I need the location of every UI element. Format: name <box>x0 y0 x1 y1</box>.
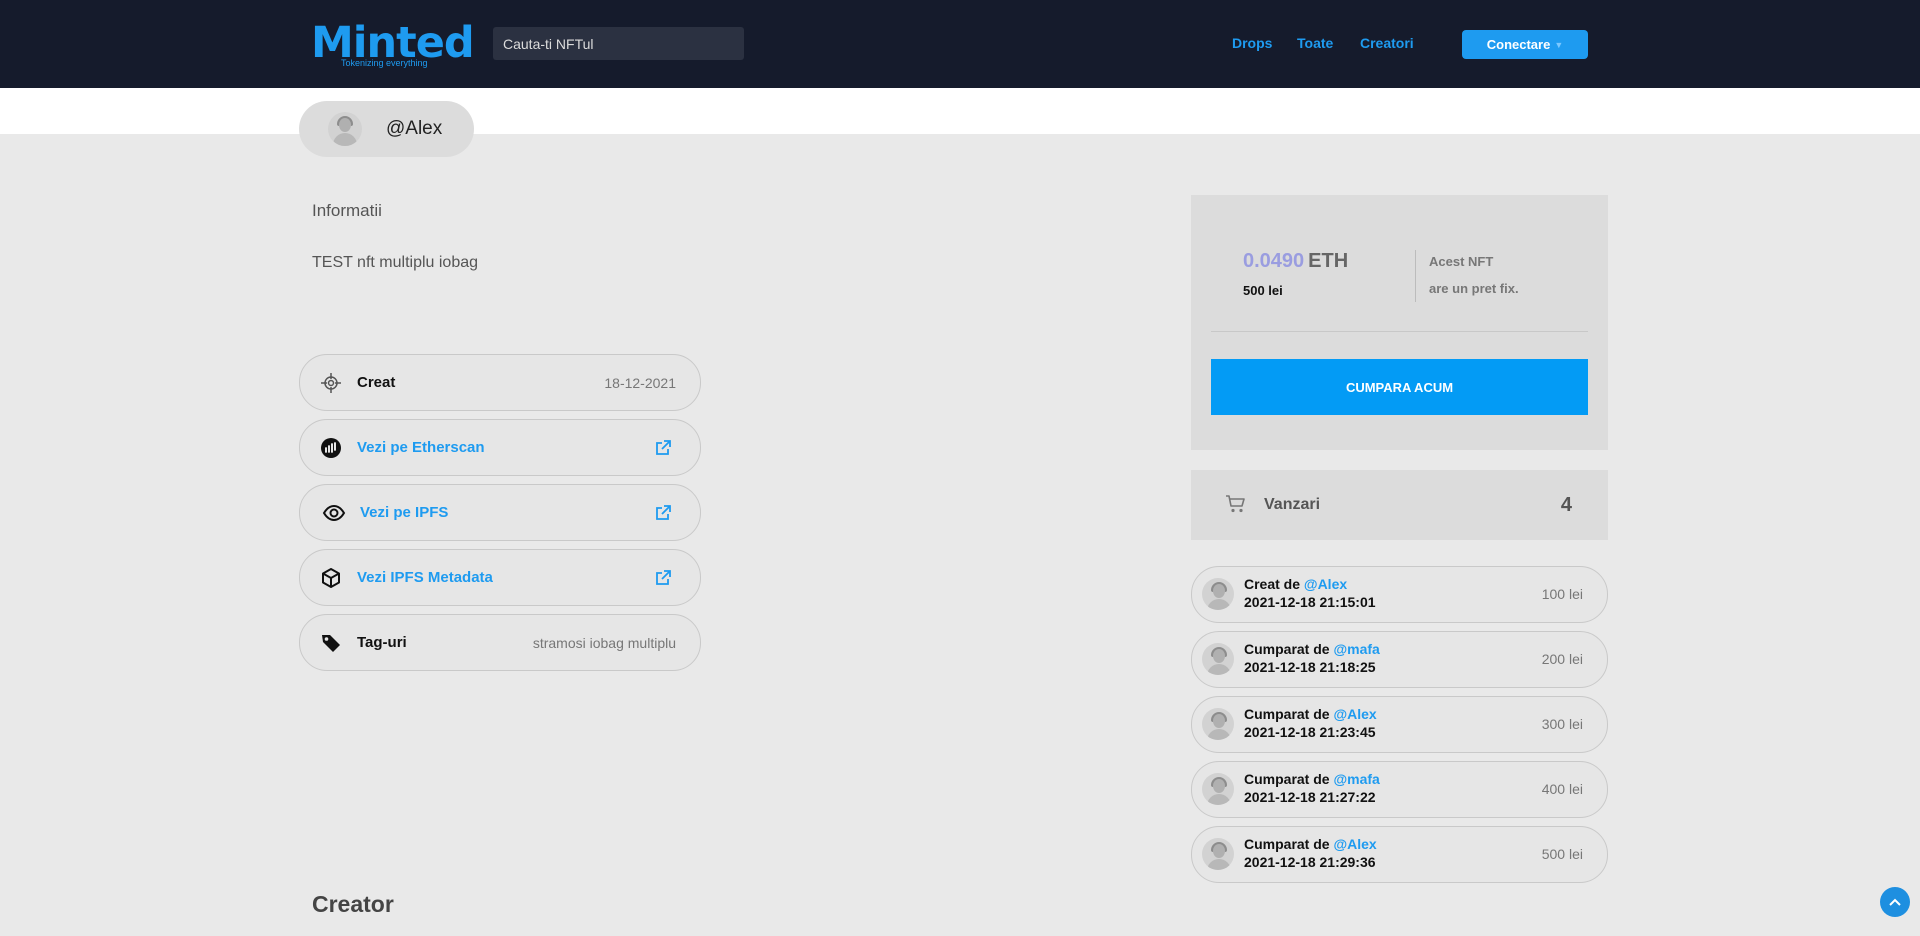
price-eth-value: 0.0490 <box>1243 250 1305 272</box>
logo-tagline: Tokenizing everything <box>341 58 428 68</box>
history-action: Cumparat de @mafa <box>1244 771 1380 787</box>
history-datetime: 2021-12-18 21:18:25 <box>1244 659 1376 675</box>
etherscan-icon <box>321 438 341 458</box>
fixed-price-note-line1: Acest NFT <box>1429 254 1494 269</box>
buy-now-button[interactable]: CUMPARA ACUM <box>1211 359 1588 415</box>
cart-icon <box>1226 495 1245 513</box>
chevron-down-icon: ▼ <box>1554 39 1564 50</box>
info-title: Informatii <box>312 201 382 220</box>
eye-icon <box>322 504 346 522</box>
owner-profile-pill[interactable]: @Alex <box>299 101 474 157</box>
tag-icon <box>322 635 340 652</box>
cube-icon <box>322 568 340 588</box>
history-datetime: 2021-12-18 21:15:01 <box>1244 594 1376 610</box>
history-price: 200 lei <box>1541 651 1583 667</box>
search-input[interactable] <box>493 27 744 60</box>
history-action-text: Cumparat de <box>1244 836 1330 852</box>
sub-header-strip <box>0 88 1920 134</box>
avatar <box>1202 838 1234 870</box>
history-price: 300 lei <box>1541 716 1583 732</box>
history-item: Cumparat de @mafa 2021-12-18 21:27:22 40… <box>1191 761 1608 818</box>
nav-toate[interactable]: Toate <box>1297 35 1333 51</box>
tags-label: Tag-uri <box>357 634 407 651</box>
avatar <box>1202 643 1234 675</box>
price-eth: 0.0490 ETH <box>1243 250 1348 273</box>
ipfs-row[interactable]: Vezi pe IPFS <box>299 484 701 541</box>
external-link-icon[interactable] <box>654 439 672 457</box>
created-date: 18-12-2021 <box>604 375 676 391</box>
tags-row: Tag-uri stramosi iobag multiplu <box>299 614 701 671</box>
external-link-icon[interactable] <box>654 504 672 522</box>
ipfs-metadata-link[interactable]: Vezi IPFS Metadata <box>357 569 493 586</box>
connect-button[interactable]: Conectare ▼ <box>1462 30 1588 59</box>
history-action: Cumparat de @Alex <box>1244 706 1377 722</box>
price-lei: 500 lei <box>1243 283 1283 298</box>
scroll-to-top-button[interactable] <box>1880 887 1910 917</box>
nav-creatori[interactable]: Creatori <box>1360 35 1414 51</box>
history-item: Creat de @Alex 2021-12-18 21:15:01 100 l… <box>1191 566 1608 623</box>
top-navbar: Minted Tokenizing everything Drops Toate… <box>0 0 1920 88</box>
history-user-link[interactable]: @Alex <box>1333 836 1376 852</box>
history-item: Cumparat de @Alex 2021-12-18 21:29:36 50… <box>1191 826 1608 883</box>
divider <box>1211 331 1588 332</box>
history-price: 400 lei <box>1541 781 1583 797</box>
purchase-panel: 0.0490 ETH 500 lei Acest NFT are un pret … <box>1191 195 1608 450</box>
sales-label: Vanzari <box>1264 496 1321 513</box>
history-user-link[interactable]: @Alex <box>1333 706 1376 722</box>
history-datetime: 2021-12-18 21:27:22 <box>1244 789 1376 805</box>
history-price: 100 lei <box>1541 586 1583 602</box>
chevron-up-icon <box>1889 898 1901 906</box>
crosshair-icon <box>321 373 341 393</box>
history-user-link[interactable]: @mafa <box>1333 641 1379 657</box>
etherscan-link[interactable]: Vezi pe Etherscan <box>357 439 485 456</box>
minted-logo[interactable]: Minted Tokenizing everything <box>311 22 475 69</box>
etherscan-row[interactable]: Vezi pe Etherscan <box>299 419 701 476</box>
history-user-link[interactable]: @Alex <box>1304 576 1347 592</box>
history-action: Cumparat de @mafa <box>1244 641 1380 657</box>
history-item: Cumparat de @Alex 2021-12-18 21:23:45 30… <box>1191 696 1608 753</box>
ipfs-metadata-row[interactable]: Vezi IPFS Metadata <box>299 549 701 606</box>
avatar <box>1202 773 1234 805</box>
history-action: Cumparat de @Alex <box>1244 836 1377 852</box>
history-price: 500 lei <box>1541 846 1583 862</box>
created-row: Creat 18-12-2021 <box>299 354 701 411</box>
sales-panel[interactable]: Vanzari 4 <box>1191 470 1608 540</box>
nav-drops[interactable]: Drops <box>1232 35 1272 51</box>
connect-label: Conectare <box>1486 37 1551 52</box>
created-label: Creat <box>357 374 396 391</box>
history-user-link[interactable]: @mafa <box>1333 771 1379 787</box>
sales-count: 4 <box>1560 494 1572 516</box>
history-action-text: Cumparat de <box>1244 771 1330 787</box>
history-datetime: 2021-12-18 21:23:45 <box>1244 724 1376 740</box>
history-action-text: Creat de <box>1244 576 1301 592</box>
history-item: Cumparat de @mafa 2021-12-18 21:18:25 20… <box>1191 631 1608 688</box>
avatar <box>1202 708 1234 740</box>
fixed-price-note-line2: are un pret fix. <box>1429 281 1519 296</box>
creator-section-title: Creator <box>312 891 394 917</box>
ipfs-link[interactable]: Vezi pe IPFS <box>360 504 448 521</box>
history-action: Creat de @Alex <box>1244 576 1347 592</box>
avatar <box>1202 578 1234 610</box>
history-action-text: Cumparat de <box>1244 706 1330 722</box>
external-link-icon[interactable] <box>654 569 672 587</box>
history-datetime: 2021-12-18 21:29:36 <box>1244 854 1376 870</box>
nft-description: TEST nft multiplu iobag <box>312 254 479 271</box>
avatar <box>328 112 362 146</box>
divider <box>1415 250 1416 302</box>
history-action-text: Cumparat de <box>1244 641 1330 657</box>
price-eth-unit: ETH <box>1308 250 1349 272</box>
tags-value: stramosi iobag multiplu <box>532 635 676 651</box>
owner-username: @Alex <box>386 118 443 139</box>
